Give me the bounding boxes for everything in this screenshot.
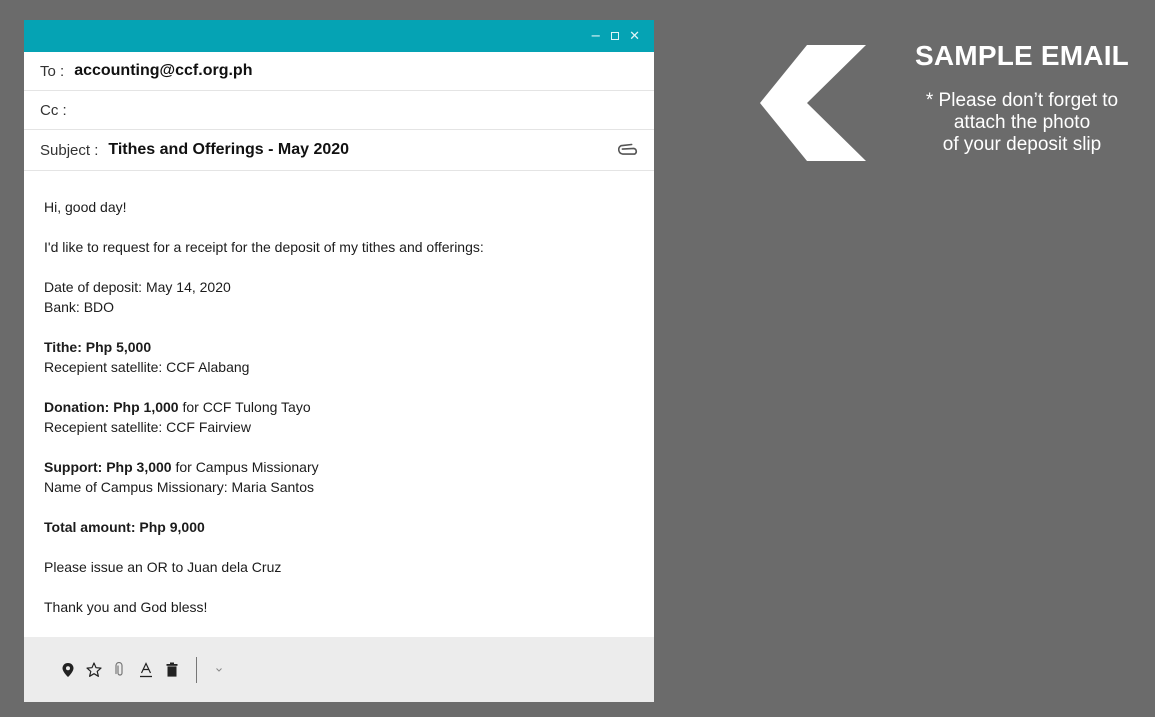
minimize-button[interactable]: − bbox=[590, 30, 601, 43]
donation-details: Donation: Php 1,000 for CCF Tulong Tayo … bbox=[44, 397, 654, 437]
text-format-icon[interactable] bbox=[138, 661, 154, 679]
chevron-down-icon[interactable] bbox=[211, 661, 227, 679]
to-field[interactable]: To : accounting@ccf.org.ph bbox=[24, 52, 654, 91]
attachment-icon[interactable] bbox=[112, 661, 128, 679]
location-pin-icon[interactable] bbox=[60, 661, 76, 679]
note-line-2: attach the photo bbox=[953, 112, 1091, 133]
maximize-button[interactable] bbox=[611, 32, 620, 40]
greeting-text: Hi, good day! bbox=[44, 199, 127, 215]
cc-label: Cc : bbox=[40, 101, 67, 119]
close-button[interactable]: ✕ bbox=[629, 30, 640, 43]
compose-toolbar bbox=[24, 637, 654, 702]
trash-icon[interactable] bbox=[164, 661, 180, 679]
subject-field[interactable]: Subject : Tithes and Offerings - May 202… bbox=[24, 130, 654, 171]
request-text: I'd like to request for a receipt for th… bbox=[44, 239, 484, 255]
chevron-left-arrow-icon bbox=[760, 45, 866, 161]
closing-text: Thank you and God bless! bbox=[44, 599, 208, 615]
donation-purpose: for CCF Tulong Tayo bbox=[178, 399, 311, 415]
subject-value[interactable]: Tithes and Offerings - May 2020 bbox=[108, 141, 349, 159]
date-of-deposit: Date of deposit: May 14, 2020 bbox=[44, 279, 231, 295]
note-line-3: of your deposit slip bbox=[942, 134, 1102, 155]
paperclip-icon[interactable] bbox=[618, 142, 640, 158]
total-amount-text: Total amount: Php 9,000 bbox=[44, 519, 205, 535]
bank-text: Bank: BDO bbox=[44, 299, 115, 315]
email-body[interactable]: Hi, good day! I'd like to request for a … bbox=[24, 171, 654, 617]
total-amount: Total amount: Php 9,000 bbox=[44, 517, 654, 537]
tithe-details: Tithe: Php 5,000 Recepient satellite: CC… bbox=[44, 337, 654, 377]
tithe-amount: Tithe: Php 5,000 bbox=[44, 339, 152, 355]
missionary-name: Name of Campus Missionary: Maria Santos bbox=[44, 479, 314, 495]
issue-or-text: Please issue an OR to Juan dela Cruz bbox=[44, 559, 282, 575]
donation-amount: Donation: Php 1,000 bbox=[44, 399, 179, 415]
window-titlebar: − ✕ bbox=[24, 20, 654, 52]
to-label: To : bbox=[40, 62, 65, 80]
deposit-details: Date of deposit: May 14, 2020 Bank: BDO bbox=[44, 277, 654, 317]
support-amount: Support: Php 3,000 bbox=[44, 459, 172, 475]
sample-email-title: SAMPLE EMAIL bbox=[915, 40, 1129, 71]
attachment-reminder-note: * Please don’t forget to attach the phot… bbox=[893, 90, 1151, 156]
support-purpose: for Campus Missionary bbox=[171, 459, 319, 475]
email-compose-window: − ✕ To : accounting@ccf.org.ph Cc : Subj… bbox=[24, 20, 654, 702]
note-line-1: * Please don’t forget to bbox=[925, 90, 1119, 111]
subject-label: Subject : bbox=[40, 141, 99, 159]
toolbar-divider bbox=[196, 656, 197, 683]
donation-satellite: Recepient satellite: CCF Fairview bbox=[44, 419, 251, 435]
star-icon[interactable] bbox=[86, 661, 102, 679]
cc-field[interactable]: Cc : bbox=[24, 91, 654, 130]
to-value[interactable]: accounting@ccf.org.ph bbox=[74, 62, 252, 80]
support-details: Support: Php 3,000 for Campus Missionary… bbox=[44, 457, 654, 497]
tithe-satellite: Recepient satellite: CCF Alabang bbox=[44, 359, 250, 375]
